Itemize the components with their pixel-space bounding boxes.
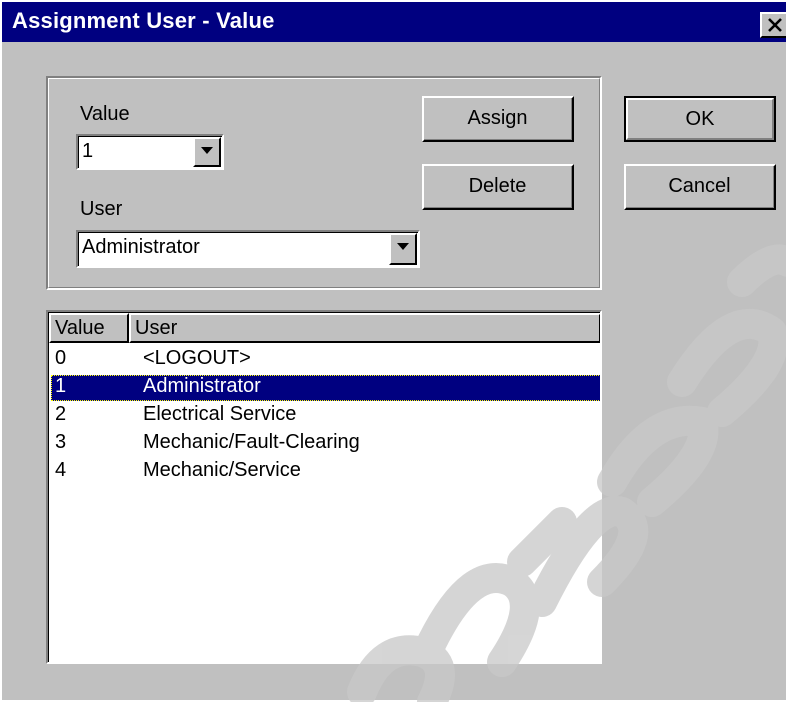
title-bar[interactable]: Assignment User - Value — [2, 2, 786, 42]
ok-button-face: OK — [626, 98, 774, 140]
row-user: <LOGOUT> — [143, 347, 251, 369]
value-select[interactable]: 1 — [76, 134, 224, 170]
assign-button-label: Assign — [467, 107, 528, 129]
cancel-button-label: Cancel — [668, 175, 731, 197]
row-value: 0 — [55, 347, 67, 369]
value-select-text: 1 — [82, 140, 94, 162]
assign-button-face: Assign — [424, 98, 572, 140]
cancel-button[interactable]: Cancel — [624, 164, 776, 210]
cancel-button-face: Cancel — [626, 166, 774, 208]
close-button[interactable] — [760, 12, 786, 38]
delete-button-label: Delete — [468, 175, 527, 197]
delete-button[interactable]: Delete — [422, 164, 574, 210]
assignment-list[interactable]: Value User 0 <LOGOUT> 1 Administrator 2 … — [46, 310, 602, 664]
ok-button-label: OK — [685, 107, 715, 130]
delete-button-face: Delete — [424, 166, 572, 208]
row-value: 4 — [55, 459, 67, 481]
table-row[interactable]: 4 Mechanic/Service — [51, 459, 600, 485]
table-row[interactable]: 3 Mechanic/Fault-Clearing — [51, 431, 600, 457]
chevron-down-icon — [397, 243, 409, 250]
table-row[interactable]: 0 <LOGOUT> — [51, 347, 600, 373]
row-user: Mechanic/Fault-Clearing — [143, 431, 360, 453]
user-label: User — [80, 198, 123, 220]
column-header-user-label: User — [135, 317, 178, 339]
row-value: 3 — [55, 431, 67, 453]
assignment-list-frame: Value User 0 <LOGOUT> 1 Administrator 2 … — [48, 312, 600, 662]
row-user: Electrical Service — [143, 403, 297, 425]
column-header-value-label: Value — [55, 317, 105, 339]
assign-button[interactable]: Assign — [422, 96, 574, 142]
window-title: Assignment User - Value — [12, 8, 275, 33]
ok-button[interactable]: OK — [624, 96, 776, 142]
user-select-text: Administrator — [82, 236, 200, 258]
user-select[interactable]: Administrator — [76, 230, 420, 268]
focus-rectangle — [51, 375, 600, 401]
dialog-window: Assignment User - Value Value 1 User Adm… — [0, 0, 786, 702]
column-header-user[interactable]: User — [129, 313, 600, 343]
value-label: Value — [80, 103, 130, 125]
row-value: 2 — [55, 403, 67, 425]
row-user: Mechanic/Service — [143, 459, 301, 481]
row-value: 1 — [55, 375, 67, 397]
value-dropdown-button[interactable] — [193, 137, 221, 167]
column-header-value[interactable]: Value — [49, 313, 129, 343]
row-user: Administrator — [143, 375, 261, 397]
table-row[interactable]: 2 Electrical Service — [51, 403, 600, 429]
chevron-down-icon — [201, 147, 213, 154]
user-dropdown-button[interactable] — [389, 233, 417, 265]
close-icon — [768, 18, 782, 32]
table-row-selected[interactable]: 1 Administrator — [51, 375, 600, 401]
